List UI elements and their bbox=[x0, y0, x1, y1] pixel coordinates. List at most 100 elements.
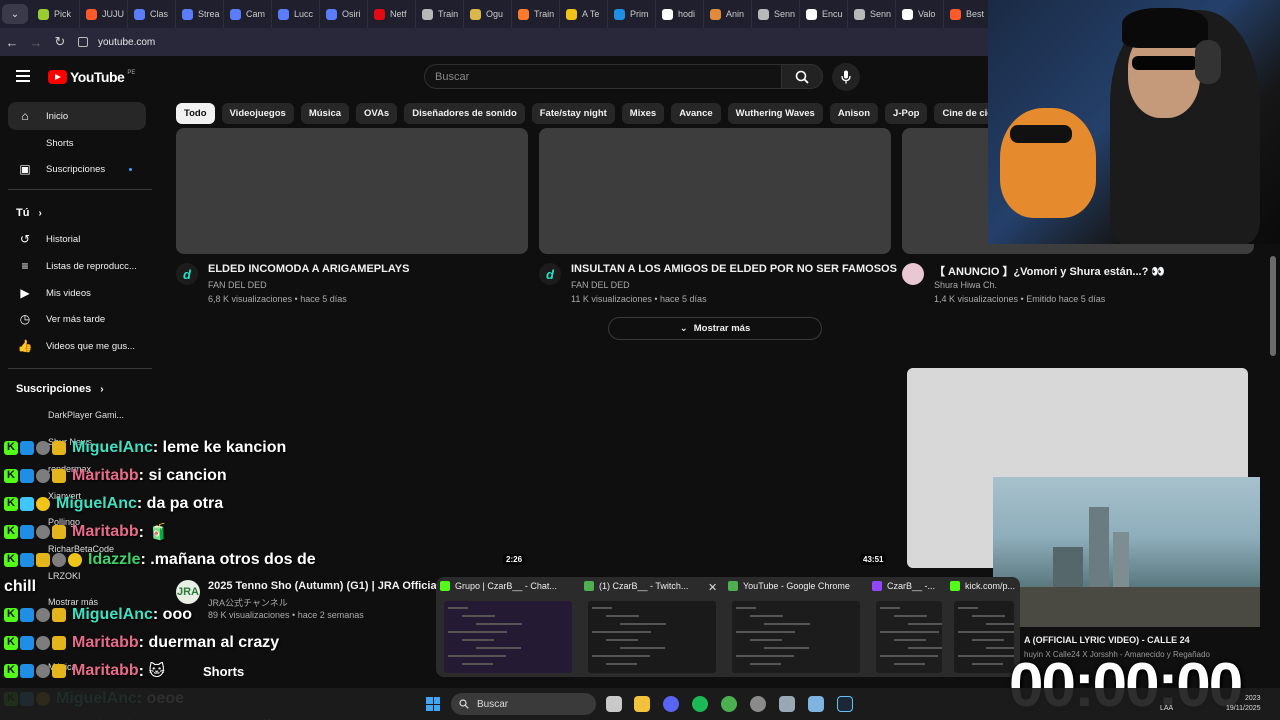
filter-chip[interactable]: Música bbox=[300, 103, 350, 124]
browser-tab[interactable]: Encu bbox=[800, 0, 848, 28]
browser-tab[interactable]: Best bbox=[944, 0, 992, 28]
filter-chip[interactable]: Cine de ciencia fic bbox=[934, 103, 988, 124]
filter-chip[interactable]: Avance bbox=[671, 103, 721, 124]
browser-tab[interactable]: Train bbox=[512, 0, 560, 28]
tab-favicon-icon bbox=[86, 8, 97, 20]
sidebar-item-watch-later[interactable]: ◷ Ver más tarde bbox=[8, 305, 146, 333]
sidebar-item-history[interactable]: ↺ Historial bbox=[8, 225, 146, 253]
chrome-icon[interactable] bbox=[721, 696, 737, 712]
browser-tab[interactable]: Train bbox=[416, 0, 464, 28]
discord-icon[interactable] bbox=[663, 696, 679, 712]
taskbar-window-preview[interactable]: (1) CzarB__ - Twitch... ✕ bbox=[584, 577, 720, 677]
taskbar-window-preview[interactable]: YouTube - Google Chrome bbox=[728, 577, 864, 677]
video-thumbnail[interactable] bbox=[539, 128, 891, 254]
task-view-icon[interactable] bbox=[606, 696, 622, 712]
reload-icon[interactable]: ↻ bbox=[48, 34, 72, 50]
browser-tab[interactable]: A Te bbox=[560, 0, 608, 28]
browser-tab[interactable]: Valo bbox=[896, 0, 944, 28]
sidebar-item-my-videos[interactable]: ▶ Mis videos bbox=[8, 279, 146, 307]
video-channel[interactable]: FAN DEL DED bbox=[571, 280, 630, 290]
you-section-heading[interactable]: Tú › bbox=[16, 207, 42, 219]
video-title[interactable]: INSULTAN A LOS AMIGOS DE ELDED POR NO SE… bbox=[571, 263, 897, 275]
spotify-icon[interactable] bbox=[692, 696, 708, 712]
video-title[interactable]: ELDED INCOMODA A ARIGAMEPLAYS bbox=[208, 263, 409, 275]
video-channel[interactable]: FAN DEL DED bbox=[208, 280, 267, 290]
filter-chip[interactable]: Diseñadores de sonido bbox=[404, 103, 525, 124]
input-language[interactable]: LAA bbox=[1160, 705, 1173, 712]
sidebar-item-subscriptions[interactable]: ▣ Suscripciones bbox=[8, 155, 146, 183]
notepad-icon[interactable] bbox=[808, 696, 824, 712]
filter-chip[interactable]: Videojuegos bbox=[221, 103, 294, 124]
sidebar-item-liked-videos[interactable]: 👍 Videos que me gus... bbox=[8, 332, 146, 360]
filter-chip[interactable]: Todo bbox=[176, 103, 215, 124]
filter-chip[interactable]: Wuthering Waves bbox=[727, 103, 823, 124]
search-button[interactable] bbox=[781, 64, 823, 89]
channel-avatar[interactable] bbox=[902, 263, 924, 285]
video-channel[interactable]: Shura Hiwa Ch. bbox=[934, 280, 997, 290]
search-input[interactable]: Buscar bbox=[424, 64, 782, 89]
tab-label: Strea bbox=[198, 9, 220, 19]
filter-chip[interactable]: Mixes bbox=[621, 103, 665, 124]
browser-tab[interactable]: Clas bbox=[128, 0, 176, 28]
channel-avatar[interactable]: d bbox=[176, 263, 198, 285]
browser-tab[interactable]: Cam bbox=[224, 0, 272, 28]
windows-start-icon[interactable] bbox=[426, 697, 440, 711]
tab-label: Lucc bbox=[294, 9, 314, 19]
taskbar-window-preview[interactable]: Grupo | CzarB__ - Chat... bbox=[440, 577, 576, 677]
tab-favicon-icon bbox=[854, 8, 865, 20]
microphone-icon bbox=[841, 70, 851, 84]
steam-icon[interactable] bbox=[837, 696, 853, 712]
menu-icon[interactable] bbox=[16, 70, 30, 82]
youtube-logo[interactable]: YouTube PE bbox=[48, 69, 135, 85]
filter-chip[interactable]: J-Pop bbox=[885, 103, 928, 124]
sidebar-item-playlists[interactable]: ≡ Listas de reproducc... bbox=[8, 252, 146, 280]
tab-favicon-icon bbox=[662, 8, 673, 20]
browser-tab[interactable]: Senn bbox=[848, 0, 896, 28]
back-icon[interactable]: ← bbox=[0, 35, 24, 50]
site-info-icon[interactable] bbox=[78, 37, 88, 47]
filter-chip[interactable]: Fate/stay night bbox=[531, 103, 615, 124]
video-stats: 1,4 K visualizaciones • Emitido hace 5 d… bbox=[934, 294, 1106, 304]
tab-search-menu-button[interactable]: ⌄ bbox=[2, 4, 28, 24]
browser-tab[interactable]: JUJU bbox=[80, 0, 128, 28]
close-icon[interactable]: ✕ bbox=[708, 581, 717, 594]
url-field[interactable]: youtube.com bbox=[78, 37, 155, 48]
browser-tab[interactable]: Ogu bbox=[464, 0, 512, 28]
sidebar-item-home[interactable]: ⌂ Inicio bbox=[8, 102, 146, 130]
taskbar-search[interactable]: Buscar bbox=[451, 693, 596, 715]
taskbar-window-preview[interactable]: kick.com/p... bbox=[950, 577, 1018, 677]
subscriptions-section-heading[interactable]: Suscripciones › bbox=[16, 383, 104, 395]
filter-chip[interactable]: OVAs bbox=[356, 103, 398, 124]
forward-icon[interactable]: → bbox=[24, 35, 48, 50]
video-thumbnail[interactable] bbox=[176, 128, 528, 254]
file-explorer-icon[interactable] bbox=[634, 696, 650, 712]
obs-icon[interactable] bbox=[750, 696, 766, 712]
clock[interactable]: 2023 19/11/2025 bbox=[1226, 694, 1261, 714]
browser-tab[interactable]: Senn bbox=[752, 0, 800, 28]
calculator-icon[interactable] bbox=[779, 696, 795, 712]
streamer-hair bbox=[1122, 8, 1208, 48]
chat-message: Idazzle: .mañana otros dos de bbox=[4, 548, 316, 572]
video-title[interactable]: 【 ANUNCIO 】¿Vomori y Shura están...? 👀 bbox=[934, 263, 1165, 279]
browser-tab[interactable]: Lucc bbox=[272, 0, 320, 28]
browser-tab[interactable]: Osiri bbox=[320, 0, 368, 28]
channel-avatar[interactable]: d bbox=[539, 263, 561, 285]
search-icon bbox=[459, 699, 469, 709]
taskbar-window-preview[interactable]: CzarB__ -... bbox=[872, 577, 946, 677]
mini-player-video[interactable] bbox=[993, 477, 1260, 627]
window-thumbnail bbox=[876, 601, 942, 673]
show-more-button[interactable]: ⌄ Mostrar más bbox=[608, 317, 822, 340]
browser-tab[interactable]: Netf bbox=[368, 0, 416, 28]
browser-tab[interactable]: Pick bbox=[32, 0, 80, 28]
voice-search-button[interactable] bbox=[832, 63, 860, 91]
filter-chip[interactable]: Anison bbox=[829, 103, 879, 124]
sidebar-subscription-item[interactable]: DarkPlayer Gami... bbox=[48, 410, 124, 420]
you-heading-label: Tú bbox=[16, 207, 30, 219]
browser-tab[interactable]: Prim bbox=[608, 0, 656, 28]
window-app-icon bbox=[440, 581, 450, 591]
browser-tab[interactable]: Anin bbox=[704, 0, 752, 28]
page-scrollbar[interactable] bbox=[1270, 256, 1276, 356]
browser-tab[interactable]: hodi bbox=[656, 0, 704, 28]
browser-tab[interactable]: Strea bbox=[176, 0, 224, 28]
sidebar-item-shorts[interactable]: Shorts bbox=[8, 129, 146, 157]
